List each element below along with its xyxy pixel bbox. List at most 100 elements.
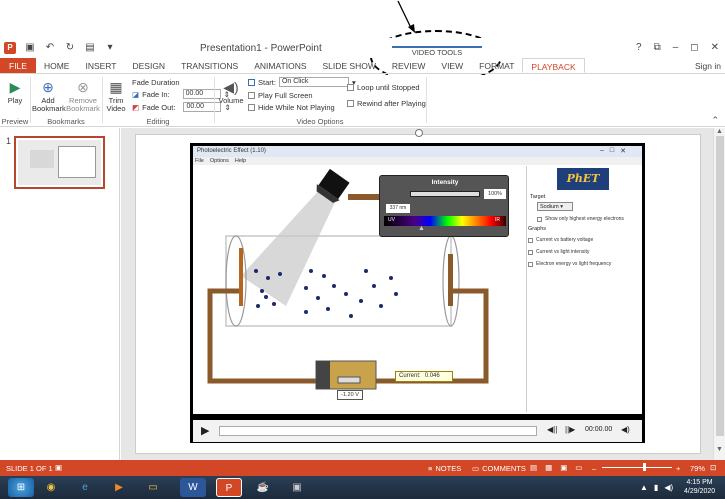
normal-view-icon[interactable]: ▤ bbox=[530, 463, 537, 472]
slide-show-icon[interactable]: ▭ bbox=[575, 463, 582, 472]
graph-option-row[interactable]: Current vs light intensity bbox=[528, 249, 589, 255]
phet-minimize-icon[interactable]: – bbox=[600, 147, 604, 155]
chrome-icon[interactable]: ◉ bbox=[38, 478, 64, 497]
tab-transitions[interactable]: TRANSITIONS bbox=[173, 58, 246, 73]
loop-until-stopped-checkbox[interactable] bbox=[347, 84, 354, 91]
volume-icon[interactable]: ◀) bbox=[621, 425, 630, 434]
tab-playback[interactable]: PLAYBACK bbox=[522, 58, 585, 73]
battery-slider[interactable] bbox=[337, 376, 361, 384]
internet-explorer-icon[interactable]: e bbox=[72, 478, 98, 497]
graph-option-checkbox[interactable] bbox=[528, 249, 533, 255]
play-full-screen-checkbox[interactable] bbox=[248, 92, 255, 99]
slide-sorter-icon[interactable]: ▦ bbox=[545, 463, 552, 472]
sign-in-link[interactable]: Sign in bbox=[695, 61, 721, 71]
play-full-screen-label: Play Full Screen bbox=[258, 91, 313, 100]
scroll-down-icon[interactable]: ▼ bbox=[716, 446, 723, 453]
show-highest-row[interactable]: Show only highest energy electrons bbox=[537, 216, 624, 222]
hide-while-not-playing-row[interactable]: Hide While Not Playing bbox=[248, 103, 335, 112]
start-button-icon[interactable]: ⊞ bbox=[8, 478, 34, 497]
tab-design[interactable]: DESIGN bbox=[124, 58, 173, 73]
video-timeline[interactable] bbox=[219, 426, 537, 436]
zoom-slider[interactable] bbox=[602, 467, 672, 468]
save-icon[interactable]: ▣ bbox=[24, 42, 36, 54]
minimize-icon[interactable]: – bbox=[673, 42, 679, 53]
clock[interactable]: 4:15 PM 4/29/2020 bbox=[684, 478, 715, 496]
remove-bookmark-button[interactable]: ⊗ Remove Bookmark bbox=[66, 79, 100, 113]
scroll-up-icon[interactable]: ▲ bbox=[716, 128, 723, 135]
close-icon[interactable]: ✕ bbox=[711, 42, 719, 53]
tab-review[interactable]: REVIEW bbox=[384, 58, 434, 73]
powerpoint-taskbar-icon[interactable]: P bbox=[216, 478, 242, 497]
customize-toolbar-icon[interactable]: ▾ bbox=[104, 42, 116, 54]
graph-option-checkbox[interactable] bbox=[528, 261, 533, 267]
tab-animations[interactable]: ANIMATIONS bbox=[246, 58, 314, 73]
network-icon[interactable]: ▮ bbox=[654, 483, 658, 492]
graph-option-checkbox[interactable] bbox=[528, 237, 533, 243]
ribbon-display-icon[interactable]: ⧉ bbox=[654, 42, 661, 53]
file-explorer-icon[interactable]: ▭ bbox=[140, 478, 166, 497]
tab-view[interactable]: VIEW bbox=[433, 58, 471, 73]
fit-slide-icon[interactable]: ⊡ bbox=[710, 463, 716, 472]
tab-insert[interactable]: INSERT bbox=[77, 58, 124, 73]
graph-option-row[interactable]: Current vs battery voltage bbox=[528, 237, 593, 243]
tab-file[interactable]: FILE bbox=[0, 58, 36, 73]
maximize-icon[interactable]: ◻ bbox=[690, 42, 698, 53]
graph-option-row[interactable]: Electron energy vs light frequency bbox=[528, 261, 611, 267]
tab-slide-show[interactable]: SLIDE SHOW bbox=[315, 58, 384, 73]
uv-label: UV bbox=[388, 217, 395, 223]
spellcheck-icon[interactable]: ▣ bbox=[55, 463, 62, 472]
phet-menu-options[interactable]: Options bbox=[210, 157, 229, 165]
intensity-slider[interactable] bbox=[410, 191, 480, 197]
volume-button[interactable]: ◀) Volume bbox=[217, 79, 245, 105]
show-highest-checkbox[interactable] bbox=[537, 216, 542, 222]
tab-home[interactable]: HOME bbox=[36, 58, 78, 73]
help-icon[interactable]: ? bbox=[636, 42, 642, 53]
tray-arrow-icon[interactable]: ▲ bbox=[640, 483, 648, 492]
wavelength-value[interactable]: 337 nm bbox=[386, 204, 410, 213]
hide-while-not-playing-checkbox[interactable] bbox=[248, 104, 255, 111]
zoom-in-icon[interactable]: + bbox=[676, 464, 680, 473]
redo-icon[interactable]: ↻ bbox=[64, 42, 76, 54]
phet-close-icon[interactable]: ✕ bbox=[620, 147, 626, 155]
collapse-ribbon-icon[interactable]: ⌃ bbox=[711, 115, 719, 126]
java-icon[interactable]: ☕ bbox=[250, 478, 276, 497]
rewind-after-playing-row[interactable]: Rewind after Playing bbox=[347, 99, 426, 108]
phet-menu-file[interactable]: File bbox=[195, 157, 204, 165]
add-bookmark-icon: ⊕ bbox=[42, 79, 54, 95]
add-bookmark-button[interactable]: ⊕ Add Bookmark bbox=[32, 79, 66, 113]
play-icon[interactable]: ▶ bbox=[201, 424, 209, 437]
fade-out-input[interactable]: 00.00 bbox=[183, 102, 222, 112]
reading-view-icon[interactable]: ▣ bbox=[560, 463, 567, 472]
phet-maximize-icon[interactable]: □ bbox=[610, 147, 614, 155]
intensity-value[interactable]: 100% bbox=[484, 189, 506, 199]
step-forward-icon[interactable]: ||▶ bbox=[565, 425, 575, 434]
target-select[interactable]: Sodium ▾ bbox=[537, 202, 573, 211]
vertical-scrollbar[interactable]: ▲ ▼ bbox=[713, 128, 725, 460]
trim-video-button[interactable]: ▦ Trim Video bbox=[104, 79, 128, 113]
loop-until-stopped-row[interactable]: Loop until Stopped bbox=[347, 83, 420, 92]
battery-voltage-value[interactable]: -1.20 V bbox=[337, 390, 363, 400]
speaker-icon[interactable]: ◀) bbox=[664, 483, 673, 492]
phet-menu-help[interactable]: Help bbox=[235, 157, 246, 165]
start-select[interactable]: On Click bbox=[278, 77, 349, 87]
zoom-out-icon[interactable]: – bbox=[592, 464, 596, 473]
ribbon: ▶ Play Preview ⊕ Add Bookmark ⊗ Remove B… bbox=[0, 75, 725, 127]
rotate-handle-icon[interactable] bbox=[415, 129, 423, 137]
comments-button[interactable]: ▭ COMMENTS bbox=[472, 464, 526, 473]
media-player-icon[interactable]: ▶ bbox=[106, 478, 132, 497]
play-button[interactable]: ▶ Play bbox=[4, 79, 26, 105]
app-icon[interactable]: ▣ bbox=[284, 478, 310, 497]
slideshow-from-start-icon[interactable]: ▤ bbox=[84, 42, 96, 54]
wavelength-spectrum-slider[interactable] bbox=[384, 216, 506, 226]
undo-icon[interactable]: ↶ bbox=[44, 42, 56, 54]
play-full-screen-row[interactable]: Play Full Screen bbox=[248, 91, 313, 100]
zoom-slider-thumb[interactable] bbox=[643, 463, 646, 471]
step-back-icon[interactable]: ◀|| bbox=[547, 425, 557, 434]
rewind-after-playing-checkbox[interactable] bbox=[347, 100, 354, 107]
word-icon[interactable]: W bbox=[180, 478, 206, 497]
zoom-level[interactable]: 79% bbox=[690, 464, 705, 473]
tab-format[interactable]: FORMAT bbox=[471, 58, 522, 73]
scroll-thumb[interactable] bbox=[716, 136, 724, 436]
wavelength-pointer-icon[interactable]: ▲ bbox=[418, 225, 425, 232]
notes-button[interactable]: ≡ NOTES bbox=[428, 464, 461, 473]
